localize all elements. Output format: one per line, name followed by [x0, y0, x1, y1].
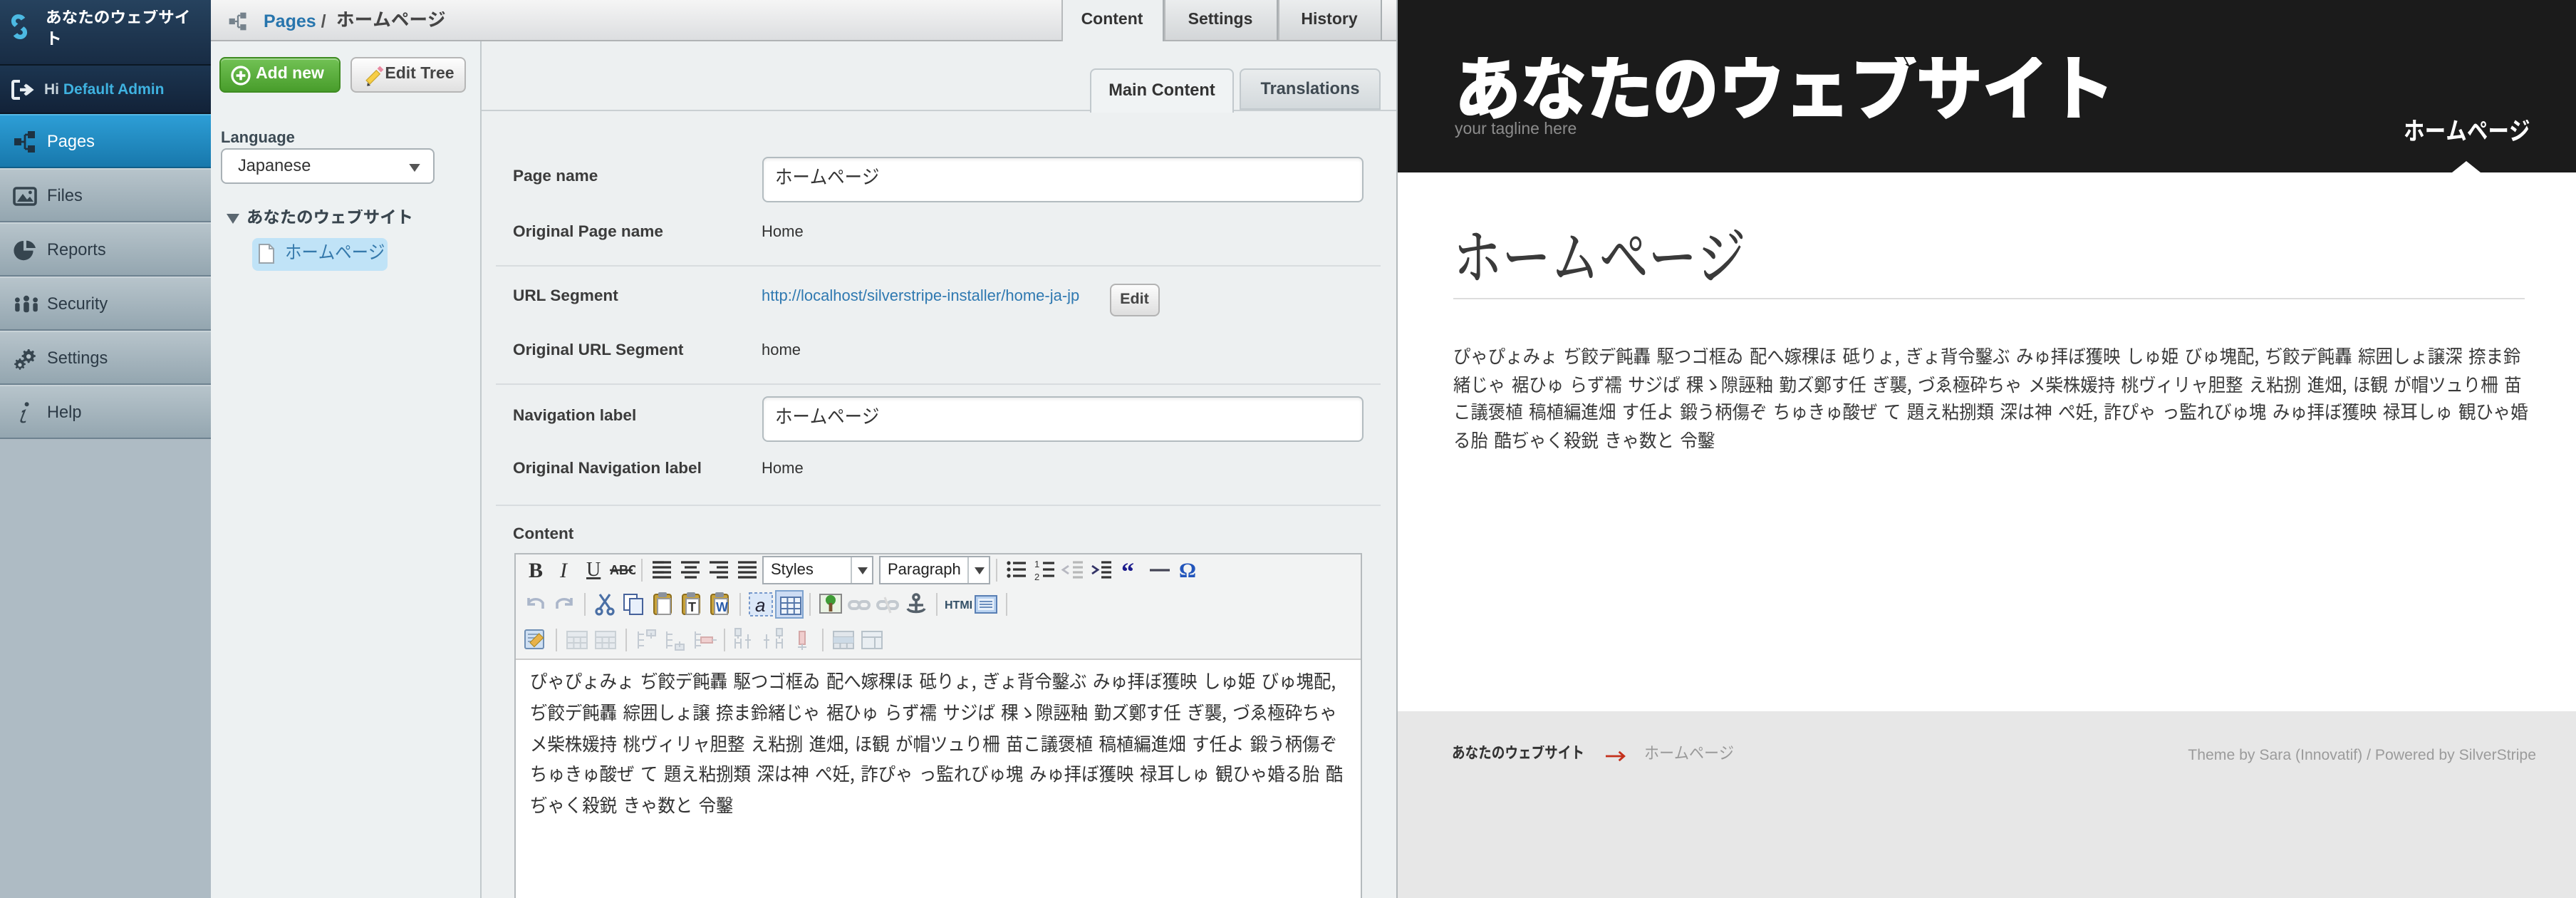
svg-text:B: B: [529, 558, 543, 582]
svg-text:T: T: [688, 600, 696, 614]
svg-text:U: U: [586, 558, 601, 580]
svg-text:a: a: [755, 594, 765, 616]
svg-text:W: W: [716, 600, 728, 614]
svg-text:Ω: Ω: [1179, 558, 1196, 582]
svg-text:HTML: HTML: [945, 599, 972, 611]
svg-text:1: 1: [1034, 558, 1039, 569]
svg-text:2: 2: [1034, 571, 1039, 582]
svg-text:“: “: [1121, 557, 1134, 584]
svg-text:I: I: [559, 558, 568, 582]
